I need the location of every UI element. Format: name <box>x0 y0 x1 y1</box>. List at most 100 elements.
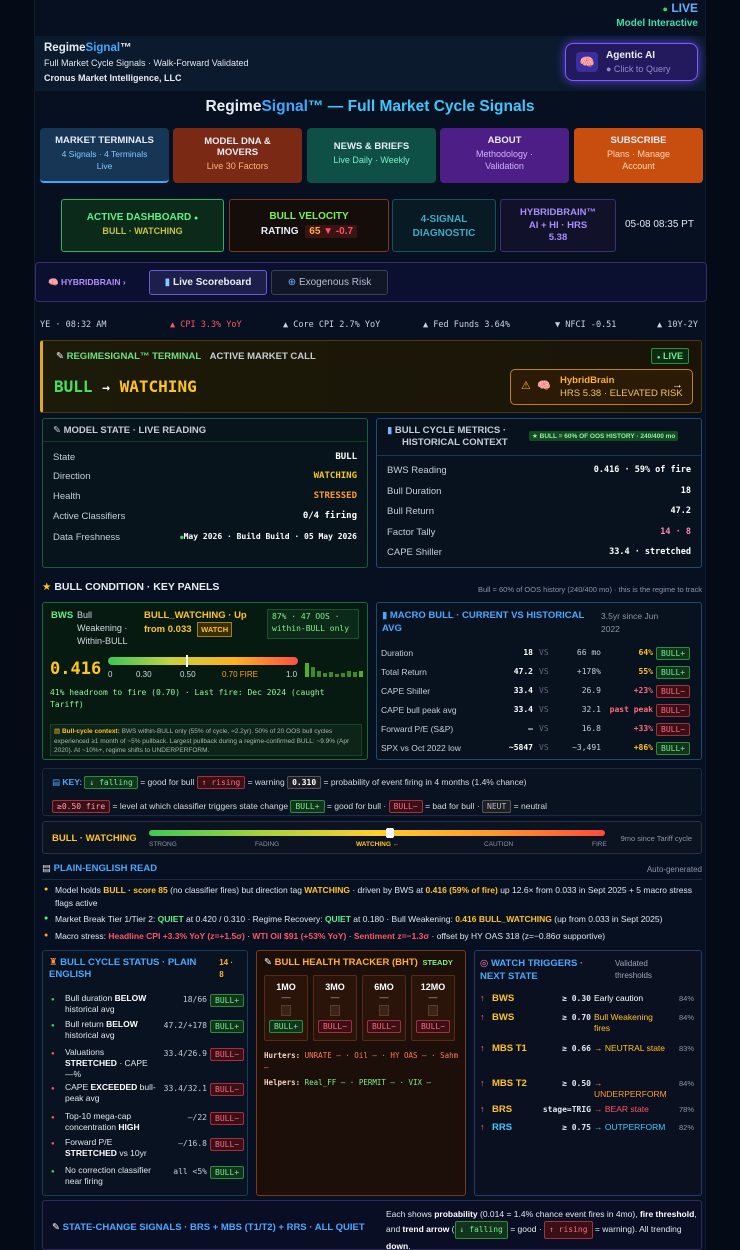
status-dot: ● <box>51 1115 55 1121</box>
active-title: ACTIVE DASHBOARD <box>86 212 192 223</box>
since-b: 2022 <box>601 624 620 634</box>
model-state-title-label: MODEL STATE · LIVE READING <box>63 425 207 436</box>
cycle-value: —/22 <box>187 1113 207 1122</box>
book-icon: ▤ <box>52 777 61 787</box>
classifiers-label: Active Classifiers <box>53 511 126 522</box>
watch-signal: BWS <box>492 1012 515 1023</box>
subnav-active-dashboard[interactable]: ACTIVE DASHBOARD ● BULL · WATCHING <box>61 199 224 252</box>
subnav-hybridbrain[interactable]: HYBRIDBRAIN™ AI + HI · HRS 5.38 <box>500 199 616 252</box>
tab-live-scoreboard[interactable]: ▮ Live Scoreboard <box>149 270 267 295</box>
crumb-label: HYBRIDBRAIN › <box>60 277 126 287</box>
tab-exogenous-risk[interactable]: ⊕ Exogenous Risk <box>271 270 388 295</box>
macro-row: Duration 18 VS 66 mo 64% BULL+ <box>377 646 701 662</box>
macro-label: CAPE Shiller <box>381 686 431 696</box>
macro-label: Forward P/E (S&P) <box>381 724 454 734</box>
bws-l2: Bull <box>77 610 93 620</box>
nav-about[interactable]: ABOUT Methodology · Validation <box>440 128 569 183</box>
macro-row: SPX vs Oct 2022 low ~5847 VS ~3,491 +86% BULL… <box>377 741 701 757</box>
bht-badge: BULL− <box>317 1020 353 1033</box>
agentic-ai-button[interactable]: 🧠 Agentic AI ● Click to Query <box>565 43 698 81</box>
stage-tick: CAUTION <box>484 841 514 848</box>
metric-label: BWS Reading <box>387 465 447 476</box>
terminal-head2: ACTIVE MARKET CALL <box>209 351 316 362</box>
target-icon: ◎ <box>480 958 489 969</box>
valid-a: Validated <box>615 959 648 968</box>
brand-tm: ™ <box>120 42 132 54</box>
macro-delta: +23% <box>633 686 653 695</box>
prob-text: = probability of event firing in 4 month… <box>323 777 527 787</box>
subnav-4-signal[interactable]: 4-SIGNAL DIAGNOSTIC <box>392 199 496 252</box>
arrow-right-icon: → <box>672 379 683 391</box>
agentic-sub: ● Click to Query <box>606 64 671 74</box>
cycle-value: 33.4/26.9 <box>163 1049 207 1058</box>
bws-panel: BWS Bull Weakening · Within-BULL BULL_WATC… <box>42 602 368 760</box>
watch-signal: MBS T2 <box>492 1078 527 1089</box>
nav-model-dna[interactable]: MODEL DNA & MOVERS Live 30 Factors <box>173 128 302 183</box>
chart-icon: ▮ <box>164 277 171 288</box>
agentic-title: Agentic AI <box>606 50 656 61</box>
bws-label: BWS <box>51 610 74 621</box>
macro-hist: 26.9 <box>581 686 601 695</box>
watch-title: ◎ WATCH TRIGGERS · NEXT STATE <box>480 957 583 983</box>
macro-label: Total Return <box>381 667 427 677</box>
plain-title: ▤ PLAIN-ENGLISH READ <box>42 863 157 874</box>
macro-panel: ▮ MACRO BULL · CURRENT VS HISTORICAL AVG … <box>376 602 702 760</box>
hybridbrain-risk-button[interactable]: ⚠ 🧠 HybridBrain HRS 5.38 · ELEVATED RISK… <box>510 369 693 405</box>
watch-accuracy: 82% <box>679 1123 695 1132</box>
terminal-panel: ✎ REGIMESIGNAL™ TERMINAL ACTIVE MARKET C… <box>40 340 702 413</box>
macro-label: Duration <box>381 648 414 658</box>
nav-market-terminals[interactable]: MARKET TERMINALS 4 Signals · 4 Terminals… <box>40 128 169 183</box>
rising-text: = warning <box>247 777 285 787</box>
bullet-dot: ● <box>44 931 49 939</box>
nav-news[interactable]: NEWS & BRIEFS Live Daily · Weekly <box>307 128 436 183</box>
macro-since: 3.5yr since Jun 2022 <box>601 610 658 636</box>
watch-signal: BRS <box>492 1104 513 1115</box>
key-legend: ▤ KEY: ↓ falling = good for bull ↑ risin… <box>42 768 702 816</box>
macro-hist: +178% <box>576 667 601 676</box>
macro-row: CAPE bull peak avg 33.4 VS 32.1 past peak BUL… <box>377 703 701 719</box>
cycle-title: ♜ BULL CYCLE STATUS · PLAIN ENGLISH <box>49 957 196 981</box>
helpers-text: Real_FF — · PERMIT — · VIX — <box>304 1078 432 1087</box>
bht-dash: — <box>330 992 340 1002</box>
arrow-up-icon: ↑ <box>480 993 485 1003</box>
ticker-item: ▼ NFCI -0.51 <box>555 320 617 330</box>
cycle-label: Bull return BELOW historical avg <box>65 1019 138 1040</box>
tick: 0.30 <box>136 670 152 679</box>
bullet-dot: ● <box>44 886 49 893</box>
watch-accuracy: 84% <box>679 1013 695 1022</box>
bht-dash: — <box>428 992 438 1002</box>
tagline: Full Market Cycle Signals · Walk-Forward… <box>44 58 249 68</box>
ticker: YE · 08:32 AM ▲ CPI 3.3% YoY ▲ Core CPI … <box>40 317 702 333</box>
watch-threshold: stage=TRIG <box>542 1105 591 1114</box>
nav-subscribe[interactable]: SUBSCRIBE Plans · Manage Account <box>574 128 703 183</box>
metric-value: 0.416 · 59% of fire <box>593 465 691 475</box>
watch-accuracy: 84% <box>679 1079 695 1088</box>
freshness-text: May 2026 · Build Build · 05 May 2026 <box>183 532 357 541</box>
terminal-live-badge: ● LIVE <box>650 348 689 364</box>
health-value: STRESSED <box>313 491 357 501</box>
bullet-dot: ● <box>44 915 49 922</box>
doc-icon: ▤ <box>42 863 51 874</box>
since-a: 3.5yr since Jun <box>601 611 659 621</box>
bws-gauge <box>108 657 298 665</box>
watch-panel: ◎ WATCH TRIGGERS · NEXT STATE Validated th… <box>474 950 702 1196</box>
model-state-title: ✎ MODEL STATE · LIVE READING <box>53 425 206 436</box>
cycle-label: CAPE EXCEEDED bull-peak avg <box>65 1082 156 1103</box>
live-badge-label: LIVE <box>662 351 683 361</box>
subnav-bull-velocity[interactable]: BULL VELOCITY RATING 65 ▼ -0.7 <box>229 199 389 252</box>
cycle-value: 33.4/32.1 <box>163 1084 207 1093</box>
divider <box>42 879 702 880</box>
status-dot: ● <box>51 997 55 1003</box>
stage-tick: FADING <box>255 841 280 848</box>
metric-label: Bull Return <box>387 506 434 517</box>
title-a: Regime <box>205 98 262 115</box>
stage-bar: BULL · WATCHING STRONG FADING WATCHING ←… <box>42 821 702 854</box>
stage-tick: STRONG <box>149 841 177 848</box>
bht-badge: BULL− <box>366 1020 402 1033</box>
arrow-up-icon: ↑ <box>480 1122 485 1132</box>
watch-outcome: → UNDERPERFORM <box>594 1078 667 1099</box>
macro-badge: BULL− <box>656 723 691 736</box>
bullminus-text: = bad for bull · <box>425 801 480 811</box>
health-label: Health <box>53 491 81 502</box>
ctx-bold: Bull-cycle context: <box>61 728 120 735</box>
